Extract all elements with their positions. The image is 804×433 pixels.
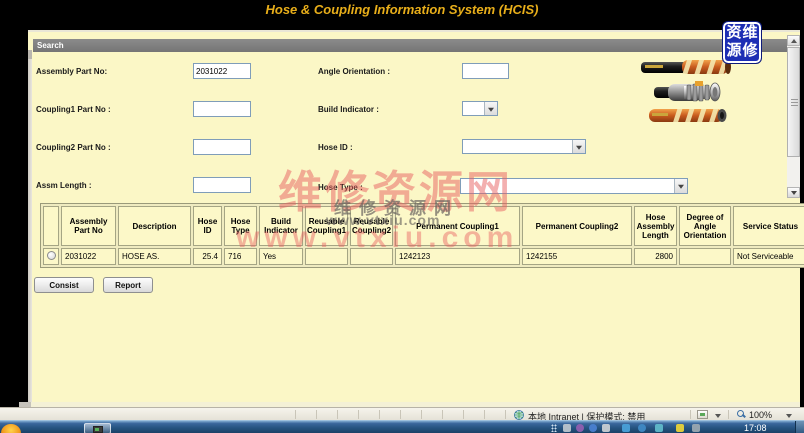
cell-permanent-coupling2: 1242155 <box>522 248 632 265</box>
col-permanent-coupling1: Permanent Coupling1 <box>395 206 520 246</box>
assembly-part-no-input[interactable] <box>193 63 251 79</box>
coupling2-part-no-label: Coupling2 Part No : <box>36 143 111 152</box>
taskbar-clock[interactable]: 17:08 <box>744 423 767 433</box>
show-desktop-button[interactable] <box>795 421 804 433</box>
col-hose-assembly-length: Hose Assembly Length <box>634 206 677 246</box>
search-section-header: Search <box>33 39 787 52</box>
col-hose-id: Hose ID <box>193 206 222 246</box>
zoom-level[interactable]: 100% <box>749 410 772 420</box>
tray-expand-grip[interactable] <box>551 424 557 432</box>
start-button[interactable] <box>1 424 21 433</box>
cell-description: HOSE AS. <box>118 248 191 265</box>
col-description: Description <box>118 206 191 246</box>
coupling2-part-no-input[interactable] <box>193 139 251 155</box>
magnifier-icon <box>737 410 746 419</box>
cell-build-indicator: Yes <box>259 248 303 265</box>
cell-degree-angle-orientation <box>679 248 731 265</box>
table-header-row: Assembly Part No Description Hose ID Hos… <box>43 206 804 246</box>
scroll-up-icon[interactable] <box>787 35 800 46</box>
tray-icon[interactable] <box>622 424 630 432</box>
badge-char: 资 <box>726 25 742 42</box>
col-select <box>43 206 59 246</box>
table-row: 2031022 HOSE AS. 25.4 716 Yes 1242123 12… <box>43 248 804 265</box>
dropdown-arrow-icon[interactable] <box>484 102 497 115</box>
coupling-cutaway-image <box>654 79 724 105</box>
left-frame-scrollbar[interactable] <box>28 50 32 404</box>
build-indicator-selected <box>463 108 465 117</box>
tray-icon[interactable] <box>589 424 597 432</box>
hose-black-image <box>640 57 733 77</box>
tray-icon[interactable] <box>655 424 663 432</box>
col-reusable-coupling2: Reusable Coupling2 <box>350 206 393 246</box>
hose-id-selected <box>463 146 465 155</box>
cell-assembly-part-no: 2031022 <box>61 248 116 265</box>
windows-taskbar: 17:08 <box>0 420 804 433</box>
hose-type-select[interactable] <box>460 178 688 194</box>
col-hose-type: Hose Type <box>224 206 257 246</box>
hose-id-label: Hose ID : <box>318 143 353 152</box>
build-indicator-label: Build Indicator : <box>318 105 379 114</box>
tray-icon[interactable] <box>602 424 610 432</box>
taskbar-app-button[interactable] <box>84 423 111 433</box>
page-zoom-icon[interactable] <box>697 410 708 419</box>
cell-reusable-coupling1 <box>305 248 348 265</box>
scroll-down-icon[interactable] <box>787 187 800 198</box>
app-icon <box>93 426 103 433</box>
angle-orientation-input[interactable] <box>462 63 509 79</box>
badge-char: 源 <box>726 43 742 60</box>
site-logo-badge: 资 维 源 修 <box>722 21 762 64</box>
page-title: Hose & Coupling Information System (HCIS… <box>0 2 804 17</box>
intranet-zone-globe-icon <box>514 410 524 420</box>
browser-status-bar: 本地 Intranet | 保护模式: 禁用 100% <box>0 407 804 420</box>
scrollbar-thumb[interactable] <box>787 47 800 157</box>
badge-char: 维 <box>742 25 758 42</box>
results-table: Assembly Part No Description Hose ID Hos… <box>40 203 804 268</box>
tray-icon[interactable] <box>692 424 700 432</box>
tray-icon[interactable] <box>638 424 646 432</box>
row-select-radio[interactable] <box>47 251 56 260</box>
col-degree-angle-orientation: Degree of Angle Orientation <box>679 206 731 246</box>
badge-char: 修 <box>742 43 758 60</box>
cell-service-status: Not Serviceable <box>733 248 804 265</box>
tray-icon[interactable] <box>676 424 684 432</box>
hose-orange-image <box>648 107 728 124</box>
cell-hose-type: 716 <box>224 248 257 265</box>
coupling1-part-no-input[interactable] <box>193 101 251 117</box>
dropdown-arrow-icon[interactable] <box>674 179 687 193</box>
tray-icon[interactable] <box>576 424 584 432</box>
page-zoom-dropdown-icon[interactable] <box>715 414 721 418</box>
hose-id-select[interactable] <box>462 139 586 154</box>
cell-hose-assembly-length: 2800 <box>634 248 677 265</box>
hose-type-selected <box>461 185 463 194</box>
col-assembly-part-no: Assembly Part No <box>61 206 116 246</box>
cell-hose-id: 25.4 <box>193 248 222 265</box>
coupling1-part-no-label: Coupling1 Part No : <box>36 105 111 114</box>
col-service-status: Service Status <box>733 206 804 246</box>
consist-button[interactable]: Consist <box>34 277 94 293</box>
col-permanent-coupling2: Permanent Coupling2 <box>522 206 632 246</box>
dropdown-arrow-icon[interactable] <box>572 140 585 153</box>
report-button[interactable]: Report <box>103 277 153 293</box>
assm-length-input[interactable] <box>193 177 251 193</box>
assm-length-label: Assm Length : <box>36 181 92 190</box>
tray-icon[interactable] <box>563 424 571 432</box>
col-build-indicator: Build Indicator <box>259 206 303 246</box>
assembly-part-no-label: Assembly Part No: <box>36 67 107 76</box>
cell-reusable-coupling2 <box>350 248 393 265</box>
col-reusable-coupling1: Reusable Coupling1 <box>305 206 348 246</box>
build-indicator-select[interactable] <box>462 101 498 116</box>
form-frame-scrollbar[interactable] <box>787 35 800 198</box>
zoom-dropdown-icon[interactable] <box>786 414 792 418</box>
hose-type-label: Hose Type : <box>318 183 363 192</box>
angle-orientation-label: Angle Orientation : <box>318 67 390 76</box>
left-frame-scrollbar-cap <box>28 50 32 59</box>
cell-permanent-coupling1: 1242123 <box>395 248 520 265</box>
